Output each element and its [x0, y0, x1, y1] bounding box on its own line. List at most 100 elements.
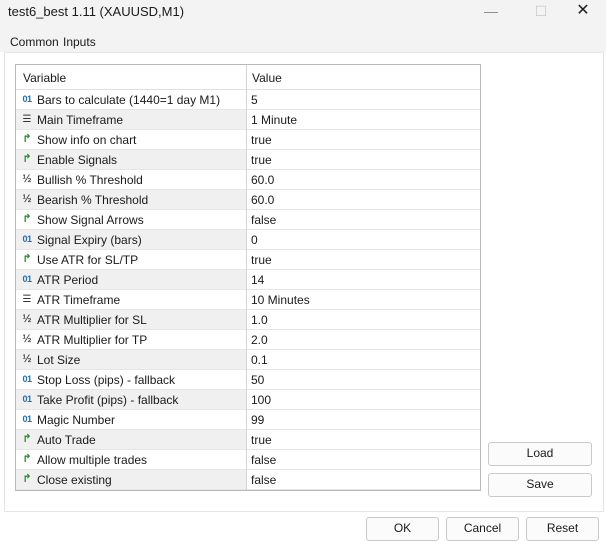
reset-button[interactable]: Reset	[526, 517, 599, 541]
table-row[interactable]: 01 Magic Number 99	[16, 410, 480, 430]
variable-cell[interactable]: ☰ Main Timeframe	[16, 110, 246, 130]
value-cell[interactable]: false	[247, 470, 480, 490]
variable-cell[interactable]: ☰ ATR Timeframe	[16, 290, 246, 310]
value-cell[interactable]: 5	[247, 90, 480, 110]
value-text[interactable]: true	[251, 433, 272, 447]
table-row[interactable]: ½ ATR Multiplier for SL 1.0	[16, 310, 480, 330]
integer-type-icon: 01	[22, 394, 32, 404]
save-button[interactable]: Save	[488, 473, 592, 497]
double-type-icon: ½	[22, 313, 32, 325]
value-cell[interactable]: 0.1	[247, 350, 480, 370]
value-cell[interactable]: true	[247, 250, 480, 270]
variable-cell[interactable]: ½ Bearish % Threshold	[16, 190, 246, 210]
variable-cell[interactable]: ½ ATR Multiplier for SL	[16, 310, 246, 330]
value-text[interactable]: true	[251, 153, 272, 167]
tab-common[interactable]: Common	[10, 35, 59, 49]
ok-button[interactable]: OK	[366, 517, 439, 541]
table-row[interactable]: ↱ Close existing false	[16, 470, 480, 490]
variable-cell[interactable]: 01 Take Profit (pips) - fallback	[16, 390, 246, 410]
table-row[interactable]: ½ Lot Size 0.1	[16, 350, 480, 370]
table-row[interactable]: ↱ Show Signal Arrows false	[16, 210, 480, 230]
value-cell[interactable]: 99	[247, 410, 480, 430]
value-cell[interactable]: 100	[247, 390, 480, 410]
table-row[interactable]: ↱ Show info on chart true	[16, 130, 480, 150]
value-cell[interactable]: 2.0	[247, 330, 480, 350]
cancel-button[interactable]: Cancel	[446, 517, 519, 541]
close-icon[interactable]: ✕	[560, 0, 606, 24]
variable-cell[interactable]: ½ ATR Multiplier for TP	[16, 330, 246, 350]
header-variable[interactable]: Variable	[23, 71, 66, 85]
tab-inputs[interactable]: Inputs	[63, 35, 96, 49]
variable-cell[interactable]: ½ Bullish % Threshold	[16, 170, 246, 190]
variable-cell[interactable]: ↱ Close existing	[16, 470, 246, 490]
value-cell[interactable]: true	[247, 150, 480, 170]
value-cell[interactable]: 60.0	[247, 190, 480, 210]
table-row[interactable]: ↱ Use ATR for SL/TP true	[16, 250, 480, 270]
table-row[interactable]: ↱ Auto Trade true	[16, 430, 480, 450]
value-text[interactable]: 1.0	[251, 313, 268, 327]
value-text[interactable]: true	[251, 133, 272, 147]
variable-cell[interactable]: ↱ Use ATR for SL/TP	[16, 250, 246, 270]
variable-cell[interactable]: 01 ATR Period	[16, 270, 246, 290]
variable-cell[interactable]: ↱ Auto Trade	[16, 430, 246, 450]
value-cell[interactable]: true	[247, 430, 480, 450]
value-text[interactable]: false	[251, 473, 276, 487]
value-text[interactable]: true	[251, 253, 272, 267]
value-cell[interactable]: true	[247, 130, 480, 150]
value-cell[interactable]: 0	[247, 230, 480, 250]
variable-cell[interactable]: ↱ Show info on chart	[16, 130, 246, 150]
value-text[interactable]: 5	[251, 93, 258, 107]
value-cell[interactable]: 10 Minutes	[247, 290, 480, 310]
value-cell[interactable]: 60.0	[247, 170, 480, 190]
value-text[interactable]: false	[251, 213, 276, 227]
table-row[interactable]: ☰ ATR Timeframe 10 Minutes	[16, 290, 480, 310]
table-row[interactable]: 01 ATR Period 14	[16, 270, 480, 290]
integer-type-icon: 01	[22, 414, 32, 424]
value-text[interactable]: 60.0	[251, 173, 274, 187]
value-text[interactable]: 1 Minute	[251, 113, 297, 127]
load-button[interactable]: Load	[488, 442, 592, 466]
value-text[interactable]: 14	[251, 273, 264, 287]
table-row[interactable]: 01 Stop Loss (pips) - fallback 50	[16, 370, 480, 390]
table-row[interactable]: 01 Bars to calculate (1440=1 day M1) 5	[16, 90, 480, 110]
table-row[interactable]: ½ Bullish % Threshold 60.0	[16, 170, 480, 190]
value-cell[interactable]: 1.0	[247, 310, 480, 330]
column-separator[interactable]	[246, 65, 247, 490]
variable-cell[interactable]: ↱ Allow multiple trades	[16, 450, 246, 470]
value-text[interactable]: false	[251, 453, 276, 467]
table-row[interactable]: ½ ATR Multiplier for TP 2.0	[16, 330, 480, 350]
value-text[interactable]: 2.0	[251, 333, 268, 347]
table-row[interactable]: 01 Take Profit (pips) - fallback 100	[16, 390, 480, 410]
variable-cell[interactable]: ½ Lot Size	[16, 350, 246, 370]
variable-cell[interactable]: 01 Signal Expiry (bars)	[16, 230, 246, 250]
minimize-icon[interactable]: —	[468, 0, 514, 24]
variable-label: Auto Trade	[37, 433, 96, 447]
value-text[interactable]: 99	[251, 413, 264, 427]
variable-cell[interactable]: ↱ Show Signal Arrows	[16, 210, 246, 230]
header-value[interactable]: Value	[252, 71, 282, 85]
variable-cell[interactable]: 01 Bars to calculate (1440=1 day M1)	[16, 90, 246, 110]
value-text[interactable]: 50	[251, 373, 264, 387]
maximize-icon[interactable]: ☐	[518, 0, 564, 24]
value-cell[interactable]: 1 Minute	[247, 110, 480, 130]
value-text[interactable]: 10 Minutes	[251, 293, 310, 307]
table-row[interactable]: ↱ Enable Signals true	[16, 150, 480, 170]
value-text[interactable]: 60.0	[251, 193, 274, 207]
variable-cell[interactable]: 01 Magic Number	[16, 410, 246, 430]
value-cell[interactable]: 50	[247, 370, 480, 390]
table-row[interactable]: ↱ Allow multiple trades false	[16, 450, 480, 470]
value-text[interactable]: 0	[251, 233, 258, 247]
variable-label: Enable Signals	[37, 153, 118, 167]
value-cell[interactable]: false	[247, 450, 480, 470]
value-text[interactable]: 100	[251, 393, 271, 407]
boolean-type-icon: ↱	[22, 433, 32, 445]
value-cell[interactable]: 14	[247, 270, 480, 290]
value-text[interactable]: 0.1	[251, 353, 268, 367]
integer-type-icon: 01	[22, 94, 32, 104]
table-row[interactable]: 01 Signal Expiry (bars) 0	[16, 230, 480, 250]
table-row[interactable]: ½ Bearish % Threshold 60.0	[16, 190, 480, 210]
table-row[interactable]: ☰ Main Timeframe 1 Minute	[16, 110, 480, 130]
variable-cell[interactable]: 01 Stop Loss (pips) - fallback	[16, 370, 246, 390]
value-cell[interactable]: false	[247, 210, 480, 230]
variable-cell[interactable]: ↱ Enable Signals	[16, 150, 246, 170]
